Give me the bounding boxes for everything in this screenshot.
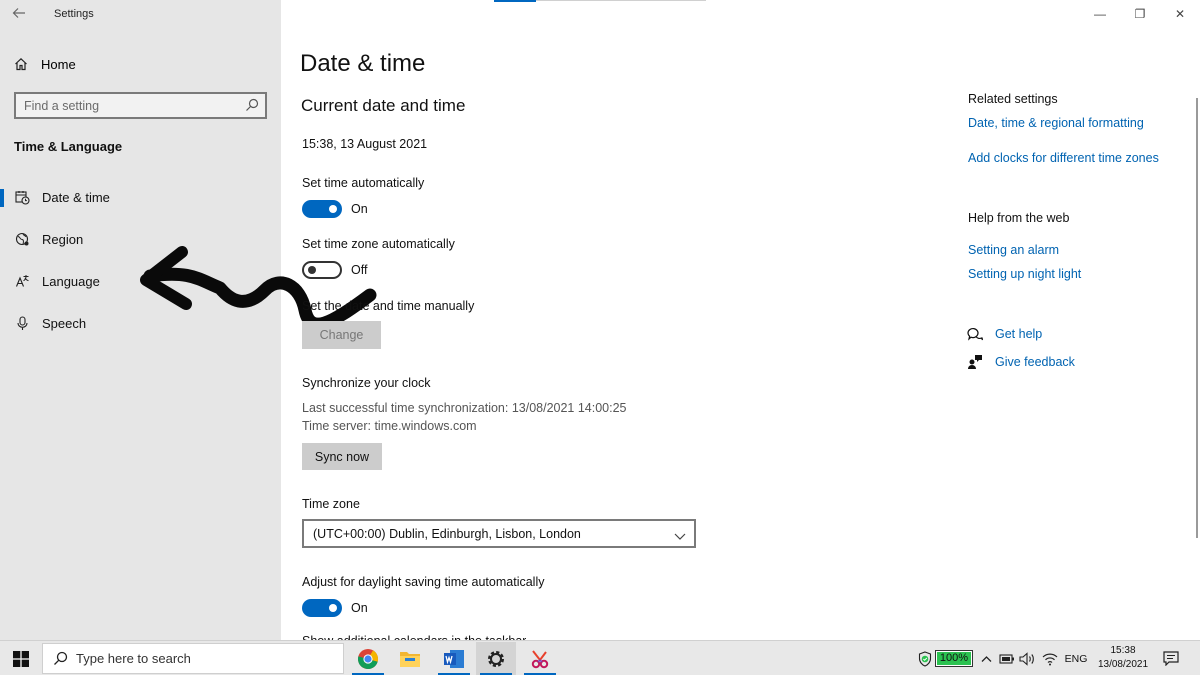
volume-icon[interactable] bbox=[1018, 641, 1036, 676]
restore-button[interactable]: ❐ bbox=[1130, 6, 1150, 22]
last-sync-text: Last successful time synchronization: 13… bbox=[302, 401, 627, 415]
search-icon[interactable] bbox=[245, 98, 259, 117]
timezone-dropdown[interactable]: (UTC+00:00) Dublin, Edinburgh, Lisbon, L… bbox=[302, 519, 696, 548]
sidebar-item-label: Region bbox=[42, 231, 84, 247]
sync-title: Synchronize your clock bbox=[302, 376, 431, 390]
file-explorer-app-button[interactable] bbox=[390, 642, 430, 675]
sidebar-section-title: Time & Language bbox=[14, 139, 123, 154]
chrome-icon bbox=[357, 648, 379, 669]
windows-logo-icon bbox=[13, 650, 29, 667]
chevron-down-icon bbox=[674, 528, 686, 546]
get-help-label: Get help bbox=[995, 327, 1043, 341]
settings-icon bbox=[488, 650, 504, 667]
home-label: Home bbox=[41, 56, 76, 72]
help-web-title: Help from the web bbox=[968, 211, 1070, 225]
find-setting-input[interactable] bbox=[24, 98, 234, 114]
wifi-icon[interactable] bbox=[1040, 641, 1060, 676]
microphone-icon bbox=[14, 315, 30, 331]
battery-percent: 100% bbox=[939, 652, 969, 664]
sidebar-item-label: Language bbox=[42, 273, 100, 289]
add-clocks-link[interactable]: Add clocks for different time zones bbox=[968, 151, 1159, 165]
globe-icon bbox=[14, 231, 30, 247]
current-datetime: 15:38, 13 August 2021 bbox=[302, 137, 428, 151]
give-feedback-label: Give feedback bbox=[995, 355, 1075, 369]
loading-indicator bbox=[494, 0, 706, 2]
minimize-button[interactable]: — bbox=[1090, 6, 1110, 22]
language-icon bbox=[14, 273, 30, 289]
snip-sketch-icon bbox=[531, 649, 549, 668]
chrome-app-button[interactable] bbox=[348, 642, 388, 675]
sidebar-item-label: Date & time bbox=[42, 189, 110, 205]
timezone-label: Time zone bbox=[302, 497, 360, 511]
back-arrow-icon[interactable] bbox=[12, 6, 30, 24]
manual-datetime-label: Set the date and time manually bbox=[302, 299, 475, 313]
close-button[interactable]: ✕ bbox=[1170, 6, 1190, 22]
give-feedback-link[interactable]: Give feedback bbox=[967, 354, 1075, 370]
set-time-auto-toggle[interactable] bbox=[302, 200, 342, 218]
battery-indicator[interactable]: 100% bbox=[935, 650, 973, 667]
set-timezone-auto-label: Set time zone automatically bbox=[302, 237, 455, 251]
regional-formatting-link[interactable]: Date, time & regional formatting bbox=[968, 116, 1144, 130]
set-time-auto-state: On bbox=[351, 202, 368, 216]
set-time-auto-label: Set time automatically bbox=[302, 176, 425, 190]
page-title: Date & time bbox=[300, 50, 426, 77]
set-timezone-auto-toggle[interactable] bbox=[302, 261, 342, 279]
start-button[interactable] bbox=[0, 641, 42, 676]
find-setting-search[interactable] bbox=[14, 92, 267, 119]
sync-now-button[interactable]: Sync now bbox=[302, 443, 382, 470]
daylight-state: On bbox=[351, 601, 368, 615]
windows-security-icon[interactable] bbox=[916, 641, 934, 676]
calendar-clock-icon bbox=[14, 189, 30, 205]
scrollbar[interactable] bbox=[1196, 98, 1198, 538]
file-explorer-icon bbox=[400, 651, 420, 667]
chat-help-icon bbox=[967, 326, 983, 342]
taskbar: 100% ENG 15:38 13/08/2021 bbox=[0, 640, 1200, 675]
time-server-text: Time server: time.windows.com bbox=[302, 419, 477, 433]
toggle-knob bbox=[329, 604, 337, 612]
sidebar-item-home[interactable]: Home bbox=[14, 55, 76, 73]
battery-icon[interactable] bbox=[998, 641, 1016, 676]
set-timezone-auto-state: Off bbox=[351, 263, 368, 277]
sidebar-item-label: Speech bbox=[42, 315, 87, 331]
toggle-knob bbox=[329, 205, 337, 213]
feedback-icon bbox=[967, 354, 983, 370]
snip-sketch-app-button[interactable] bbox=[520, 642, 560, 675]
setting-alarm-link[interactable]: Setting an alarm bbox=[968, 243, 1059, 257]
toggle-knob bbox=[308, 266, 316, 274]
chevron-up-icon[interactable] bbox=[978, 641, 994, 676]
notification-icon[interactable] bbox=[1160, 641, 1182, 676]
settings-app-button[interactable] bbox=[476, 642, 516, 675]
related-settings-title: Related settings bbox=[968, 92, 1058, 106]
clock-time: 15:38 bbox=[1110, 645, 1136, 656]
word-icon bbox=[444, 649, 464, 668]
daylight-label: Adjust for daylight saving time automati… bbox=[302, 575, 545, 589]
input-language[interactable]: ENG bbox=[1063, 641, 1089, 676]
taskbar-search-input[interactable] bbox=[76, 651, 326, 666]
word-app-button[interactable] bbox=[434, 642, 474, 675]
app-title: Settings bbox=[54, 8, 94, 20]
taskbar-clock[interactable]: 15:38 13/08/2021 bbox=[1093, 644, 1153, 672]
home-icon bbox=[15, 57, 27, 71]
taskbar-search[interactable] bbox=[42, 643, 344, 674]
section-title: Current date and time bbox=[301, 96, 466, 115]
clock-date: 13/08/2021 bbox=[1097, 659, 1149, 670]
get-help-link[interactable]: Get help bbox=[967, 326, 1042, 342]
sidebar-item-date-time[interactable]: Date & time bbox=[0, 182, 281, 212]
daylight-toggle[interactable] bbox=[302, 599, 342, 617]
search-icon bbox=[53, 651, 68, 666]
settings-window: Settings Home Time & Language Date & tim… bbox=[0, 0, 1200, 640]
change-button[interactable]: Change bbox=[302, 321, 381, 349]
night-light-link[interactable]: Setting up night light bbox=[968, 267, 1081, 281]
timezone-value: (UTC+00:00) Dublin, Edinburgh, Lisbon, L… bbox=[313, 527, 581, 541]
